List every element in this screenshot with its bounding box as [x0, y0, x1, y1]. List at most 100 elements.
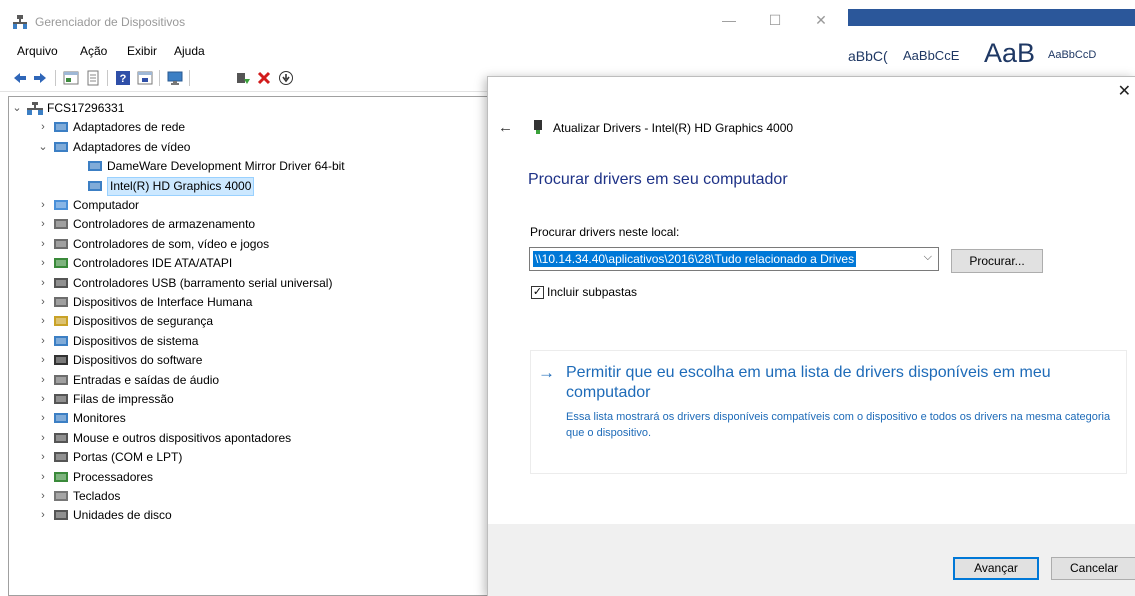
- window-title: Gerenciador de Dispositivos: [35, 15, 186, 29]
- tree-device[interactable]: Intel(R) HD Graphics 4000: [71, 176, 471, 196]
- tree-node-label: Mouse e outros dispositivos apontadores: [73, 430, 292, 445]
- cancel-button[interactable]: Cancelar: [1051, 557, 1135, 580]
- tree-node-label: Computador: [73, 198, 140, 212]
- chevron-right-icon[interactable]: ›: [37, 274, 49, 293]
- style-sample-2[interactable]: AaBbCcE: [903, 48, 959, 63]
- tree-category[interactable]: › Unidades de disco: [37, 506, 437, 525]
- tree-node-label: Controladores USB (barramento serial uni…: [73, 275, 333, 290]
- chevron-right-icon[interactable]: ›: [37, 429, 49, 448]
- maximize-button[interactable]: ☐: [752, 8, 798, 32]
- svg-text:?: ?: [120, 73, 127, 85]
- dialog-close-button[interactable]: ✕: [1118, 81, 1131, 101]
- style-sample-4[interactable]: AaBbCcD: [1048, 49, 1096, 61]
- chevron-right-icon[interactable]: ›: [37, 196, 49, 215]
- chevron-right-icon[interactable]: ›: [37, 118, 49, 137]
- style-sample-3[interactable]: AaB: [984, 38, 1035, 69]
- chevron-right-icon[interactable]: ›: [37, 506, 49, 525]
- style-sample-1[interactable]: aBbC(: [848, 48, 888, 64]
- menu-exibir[interactable]: Exibir: [127, 44, 157, 58]
- device-manager-icon: [13, 15, 27, 29]
- tree-root-label: FCS17296331: [47, 101, 125, 115]
- menu-ajuda[interactable]: Ajuda: [174, 44, 205, 58]
- next-button[interactable]: Avançar: [953, 557, 1039, 580]
- tree-category[interactable]: › Entradas e saídas de áudio: [37, 371, 437, 390]
- tree-category[interactable]: › Dispositivos de Interface Humana: [37, 293, 437, 312]
- tree-device[interactable]: DameWare Development Mirror Driver 64-bi…: [71, 157, 471, 176]
- tree-node-label: Dispositivos de segurança: [73, 314, 214, 329]
- menu-arquivo[interactable]: Arquivo: [17, 44, 58, 58]
- help-icon[interactable]: ?: [115, 70, 131, 86]
- update-drivers-dialog: ✕ ← Atualizar Drivers - Intel(R) HD Grap…: [487, 76, 1135, 596]
- update-driver-icon[interactable]: [235, 70, 251, 86]
- scan-hardware-icon[interactable]: [167, 70, 183, 86]
- tree-category[interactable]: › Controladores USB (barramento serial un…: [37, 274, 437, 293]
- display-adapter-icon: [534, 120, 542, 134]
- chevron-right-icon[interactable]: ›: [37, 487, 49, 506]
- disk-drive-icon: [54, 510, 68, 521]
- back-arrow-icon[interactable]: [12, 70, 28, 86]
- chevron-right-icon[interactable]: ›: [37, 468, 49, 487]
- tree-category[interactable]: › Dispositivos do software: [37, 351, 437, 370]
- chevron-right-icon[interactable]: ›: [37, 312, 49, 331]
- tree-category[interactable]: › Controladores IDE ATA/ATAPI: [37, 254, 437, 273]
- tree-category[interactable]: › Dispositivos de segurança: [37, 312, 437, 331]
- tree-category[interactable]: › Computador: [37, 196, 437, 215]
- printer-icon: [54, 394, 68, 404]
- chevron-down-icon[interactable]: ⌵: [924, 251, 932, 264]
- chevron-right-icon[interactable]: ›: [37, 371, 49, 390]
- chevron-down-icon[interactable]: ⌄: [37, 138, 49, 157]
- tree-category[interactable]: › Mouse e outros dispositivos apontadores: [37, 429, 437, 448]
- tree-node-label: Portas (COM e LPT): [73, 450, 183, 465]
- tree-root[interactable]: ⌄ FCS17296331: [11, 99, 311, 118]
- tree-category[interactable]: › Adaptadores de rede: [37, 118, 437, 137]
- tree-node-label: Adaptadores de rede: [73, 120, 186, 135]
- chevron-right-icon[interactable]: ›: [37, 351, 49, 370]
- tree-category[interactable]: › Portas (COM e LPT): [37, 448, 437, 467]
- port-icon: [54, 452, 68, 463]
- chevron-right-icon[interactable]: ›: [37, 332, 49, 351]
- tree-category[interactable]: › Dispositivos de sistema: [37, 332, 437, 351]
- chevron-right-icon[interactable]: ›: [37, 235, 49, 254]
- uninstall-x-icon[interactable]: [256, 70, 272, 86]
- include-subfolders-label[interactable]: Incluir subpastas: [547, 285, 637, 299]
- tree-category[interactable]: › Teclados: [37, 487, 437, 506]
- tree-category[interactable]: › Filas de impressão: [37, 390, 437, 409]
- chevron-right-icon[interactable]: ›: [37, 215, 49, 234]
- view-icon[interactable]: [137, 70, 153, 86]
- pick-from-list-option[interactable]: → Permitir que eu escolha em uma lista d…: [530, 350, 1127, 474]
- tree-category[interactable]: › Controladores de som, vídeo e jogos: [37, 235, 437, 254]
- include-subfolders-checkbox[interactable]: ✓: [531, 286, 544, 299]
- browse-button[interactable]: Procurar...: [951, 249, 1043, 273]
- chevron-right-icon[interactable]: ›: [37, 293, 49, 312]
- system-device-icon: [54, 335, 68, 346]
- forward-arrow-icon[interactable]: [32, 70, 48, 86]
- tree-node-label: Unidades de disco: [73, 508, 172, 523]
- chevron-right-icon[interactable]: ›: [37, 254, 49, 273]
- tree-category[interactable]: ⌄ Adaptadores de vídeo: [37, 138, 437, 157]
- properties-icon[interactable]: [63, 70, 79, 86]
- document-icon[interactable]: [85, 70, 101, 86]
- tree-category[interactable]: › Controladores de armazenamento: [37, 215, 437, 234]
- minimize-button[interactable]: —: [706, 8, 752, 32]
- pick-from-list-title[interactable]: Permitir que eu escolha em uma lista de …: [566, 363, 1106, 403]
- driver-path-combobox[interactable]: \\10.14.34.40\aplicativos\2016\28\Tudo r…: [529, 247, 939, 271]
- menu-acao[interactable]: Ação: [80, 44, 107, 58]
- tree-category[interactable]: › Processadores: [37, 468, 437, 487]
- back-button[interactable]: ←: [498, 119, 513, 136]
- tree-node-label: Entradas e saídas de áudio: [73, 372, 220, 387]
- storage-controller-icon: [54, 219, 68, 230]
- chevron-right-icon[interactable]: ›: [37, 390, 49, 409]
- driver-path-value[interactable]: \\10.14.34.40\aplicativos\2016\28\Tudo r…: [533, 251, 857, 267]
- chevron-right-icon[interactable]: ›: [37, 409, 49, 428]
- download-circle-icon[interactable]: [278, 70, 294, 86]
- close-window-button[interactable]: ✕: [798, 8, 844, 32]
- tree-node-label: Teclados: [73, 489, 121, 503]
- tree-node-label: Controladores de armazenamento: [73, 217, 256, 232]
- tree-category[interactable]: › Monitores: [37, 409, 437, 428]
- tree-node-label: Dispositivos do software: [73, 353, 203, 368]
- tree-node-label: Controladores IDE ATA/ATAPI: [73, 256, 233, 271]
- chevron-right-icon[interactable]: ›: [37, 448, 49, 467]
- chevron-down-icon[interactable]: ⌄: [11, 99, 23, 118]
- keyboard-icon: [54, 491, 68, 501]
- usb-icon: [54, 277, 68, 288]
